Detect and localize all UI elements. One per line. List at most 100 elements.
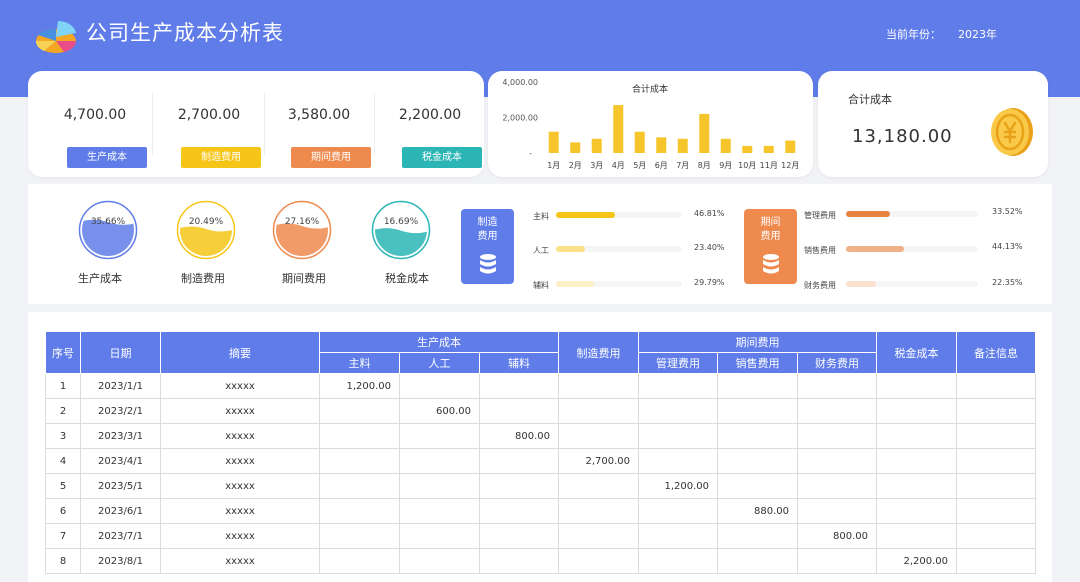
table-cell[interactable]: 2,700.00: [558, 448, 639, 474]
table-cell[interactable]: [399, 523, 480, 549]
table-cell[interactable]: [797, 473, 877, 499]
table-cell[interactable]: [399, 448, 480, 474]
table-cell[interactable]: [399, 373, 480, 399]
table-cell[interactable]: [956, 548, 1036, 574]
table-cell[interactable]: [638, 398, 718, 424]
table-cell[interactable]: [479, 498, 559, 524]
ratio-ring-label: 期间费用: [282, 272, 326, 285]
table-cell[interactable]: 2023/3/1: [80, 423, 161, 449]
table-cell[interactable]: [319, 448, 400, 474]
table-cell[interactable]: [638, 548, 718, 574]
table-cell[interactable]: [479, 448, 559, 474]
table-cell[interactable]: 600.00: [399, 398, 480, 424]
table-cell[interactable]: 7: [45, 523, 81, 549]
table-cell[interactable]: [399, 423, 480, 449]
table-cell[interactable]: xxxxx: [160, 523, 320, 549]
table-cell[interactable]: [956, 423, 1036, 449]
table-cell[interactable]: [876, 498, 957, 524]
table-cell[interactable]: [797, 398, 877, 424]
table-cell[interactable]: 3: [45, 423, 81, 449]
table-cell[interactable]: 2023/4/1: [80, 448, 161, 474]
table-cell[interactable]: [638, 373, 718, 399]
table-cell[interactable]: [558, 548, 639, 574]
chart-bar: [591, 138, 602, 153]
table-cell[interactable]: 2023/8/1: [80, 548, 161, 574]
table-cell[interactable]: [319, 548, 400, 574]
table-cell[interactable]: 2023/2/1: [80, 398, 161, 424]
table-cell[interactable]: 2023/1/1: [80, 373, 161, 399]
table-cell[interactable]: 2023/7/1: [80, 523, 161, 549]
table-cell[interactable]: [717, 473, 798, 499]
table-cell[interactable]: 800.00: [479, 423, 559, 449]
table-cell[interactable]: xxxxx: [160, 398, 320, 424]
table-cell[interactable]: 880.00: [717, 498, 798, 524]
table-cell[interactable]: [797, 498, 877, 524]
table-cell[interactable]: [797, 548, 877, 574]
table-cell[interactable]: 5: [45, 473, 81, 499]
table-cell[interactable]: [479, 398, 559, 424]
table-cell[interactable]: 6: [45, 498, 81, 524]
table-cell[interactable]: [956, 523, 1036, 549]
table-cell[interactable]: xxxxx: [160, 473, 320, 499]
table-cell[interactable]: [319, 498, 400, 524]
table-cell[interactable]: [479, 523, 559, 549]
table-cell[interactable]: [399, 548, 480, 574]
table-cell[interactable]: 1,200.00: [319, 373, 400, 399]
table-cell[interactable]: [956, 498, 1036, 524]
table-cell[interactable]: [876, 373, 957, 399]
table-cell[interactable]: [638, 498, 718, 524]
table-cell[interactable]: [638, 523, 718, 549]
table-cell[interactable]: [558, 523, 639, 549]
table-cell[interactable]: xxxxx: [160, 373, 320, 399]
table-cell[interactable]: [717, 373, 798, 399]
table-cell[interactable]: 2023/5/1: [80, 473, 161, 499]
table-cell[interactable]: [717, 548, 798, 574]
table-cell[interactable]: [876, 448, 957, 474]
table-cell[interactable]: [876, 523, 957, 549]
table-cell[interactable]: [797, 448, 877, 474]
table-cell[interactable]: 2,200.00: [876, 548, 957, 574]
table-cell[interactable]: xxxxx: [160, 423, 320, 449]
table-cell[interactable]: [319, 423, 400, 449]
table-cell[interactable]: [558, 373, 639, 399]
table-cell[interactable]: [717, 423, 798, 449]
table-cell[interactable]: [876, 398, 957, 424]
table-cell[interactable]: [717, 448, 798, 474]
table-cell[interactable]: 1,200.00: [638, 473, 718, 499]
table-cell[interactable]: [558, 498, 639, 524]
table-cell[interactable]: [717, 398, 798, 424]
table-cell[interactable]: 8: [45, 548, 81, 574]
table-cell[interactable]: [876, 423, 957, 449]
table-cell[interactable]: [956, 398, 1036, 424]
table-cell[interactable]: [638, 423, 718, 449]
table-cell[interactable]: [319, 398, 400, 424]
table-cell[interactable]: 800.00: [797, 523, 877, 549]
table-cell[interactable]: [319, 523, 400, 549]
table-cell[interactable]: [479, 473, 559, 499]
table-cell[interactable]: xxxxx: [160, 548, 320, 574]
table-cell[interactable]: [956, 448, 1036, 474]
table-cell[interactable]: [479, 373, 559, 399]
table-cell[interactable]: [797, 373, 877, 399]
table-cell[interactable]: [319, 473, 400, 499]
table-cell[interactable]: [956, 373, 1036, 399]
table-cell[interactable]: [558, 423, 639, 449]
table-cell[interactable]: [558, 398, 639, 424]
table-cell[interactable]: [399, 473, 480, 499]
period-bar-label-finance: 财务费用: [804, 281, 836, 290]
kpi-label: 税金成本: [402, 147, 482, 168]
table-cell[interactable]: xxxxx: [160, 448, 320, 474]
table-cell[interactable]: [558, 473, 639, 499]
table-cell[interactable]: 1: [45, 373, 81, 399]
table-cell[interactable]: [797, 423, 877, 449]
table-cell[interactable]: [399, 498, 480, 524]
table-cell[interactable]: 2023/6/1: [80, 498, 161, 524]
table-cell[interactable]: [717, 523, 798, 549]
table-cell[interactable]: [638, 448, 718, 474]
table-cell[interactable]: [956, 473, 1036, 499]
table-cell[interactable]: 4: [45, 448, 81, 474]
table-cell[interactable]: 2: [45, 398, 81, 424]
table-cell[interactable]: [876, 473, 957, 499]
table-cell[interactable]: xxxxx: [160, 498, 320, 524]
table-cell[interactable]: [479, 548, 559, 574]
